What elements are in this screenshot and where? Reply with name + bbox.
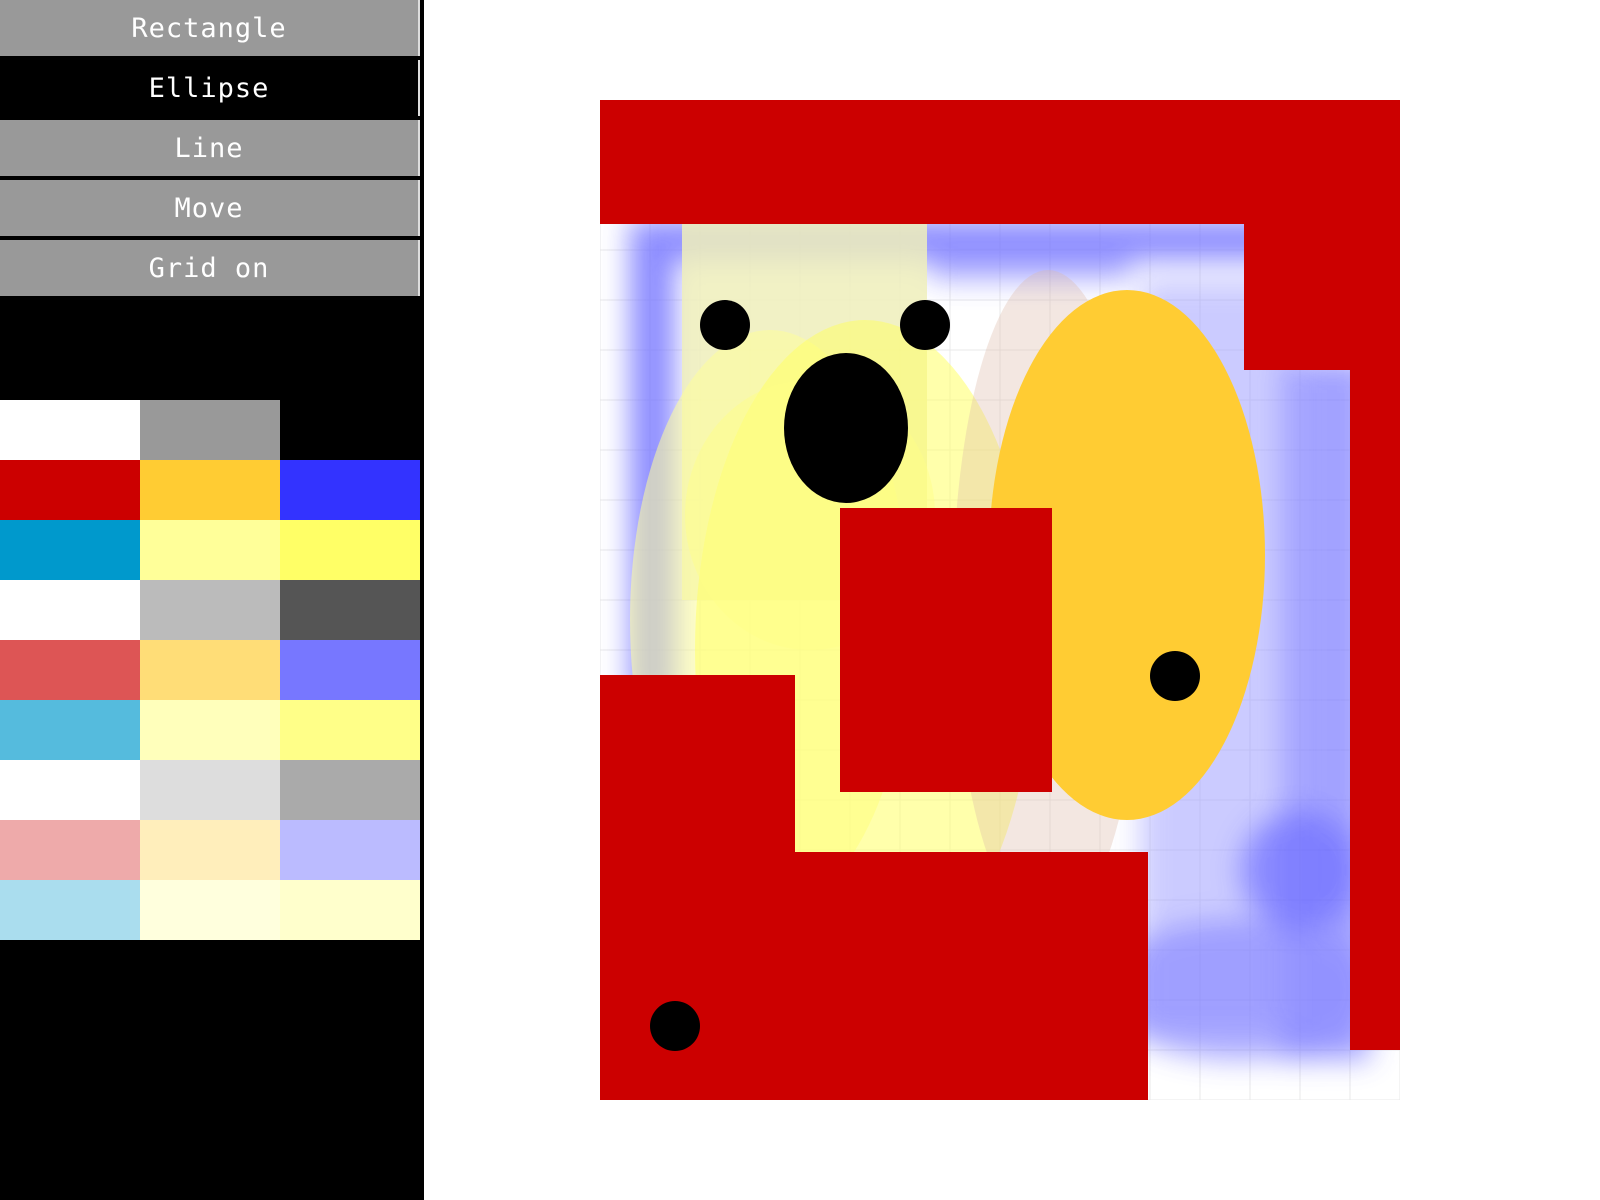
grid-toggle-button[interactable]: Grid on <box>0 240 420 296</box>
ellipse-tool-button[interactable]: Ellipse <box>0 60 420 116</box>
color-swatch[interactable] <box>280 700 420 760</box>
color-palette <box>0 400 420 940</box>
color-swatch[interactable] <box>140 400 280 460</box>
color-swatch[interactable] <box>140 760 280 820</box>
move-tool-button[interactable]: Move <box>0 180 420 236</box>
color-swatch[interactable] <box>140 520 280 580</box>
color-swatch[interactable] <box>280 640 420 700</box>
color-swatch[interactable] <box>280 820 420 880</box>
color-swatch[interactable] <box>140 640 280 700</box>
color-swatch[interactable] <box>140 700 280 760</box>
color-swatch[interactable] <box>280 460 420 520</box>
color-swatch[interactable] <box>280 580 420 640</box>
color-swatch[interactable] <box>0 880 140 940</box>
drawing-canvas[interactable] <box>600 100 1400 1100</box>
color-swatch[interactable] <box>280 400 420 460</box>
color-swatch[interactable] <box>140 580 280 640</box>
color-swatch[interactable] <box>280 880 420 940</box>
color-swatch[interactable] <box>140 460 280 520</box>
rectangle-tool-button[interactable]: Rectangle <box>0 0 420 56</box>
color-swatch[interactable] <box>0 820 140 880</box>
color-swatch[interactable] <box>140 820 280 880</box>
color-swatch[interactable] <box>0 700 140 760</box>
color-swatch[interactable] <box>280 760 420 820</box>
color-swatch[interactable] <box>0 580 140 640</box>
color-swatch[interactable] <box>280 520 420 580</box>
color-swatch[interactable] <box>0 400 140 460</box>
tool-sidebar: Rectangle Ellipse Line Move Grid on <box>0 0 424 1200</box>
line-tool-button[interactable]: Line <box>0 120 420 176</box>
color-swatch[interactable] <box>0 760 140 820</box>
color-swatch[interactable] <box>0 460 140 520</box>
color-swatch[interactable] <box>0 520 140 580</box>
color-swatch[interactable] <box>140 880 280 940</box>
color-swatch[interactable] <box>0 640 140 700</box>
